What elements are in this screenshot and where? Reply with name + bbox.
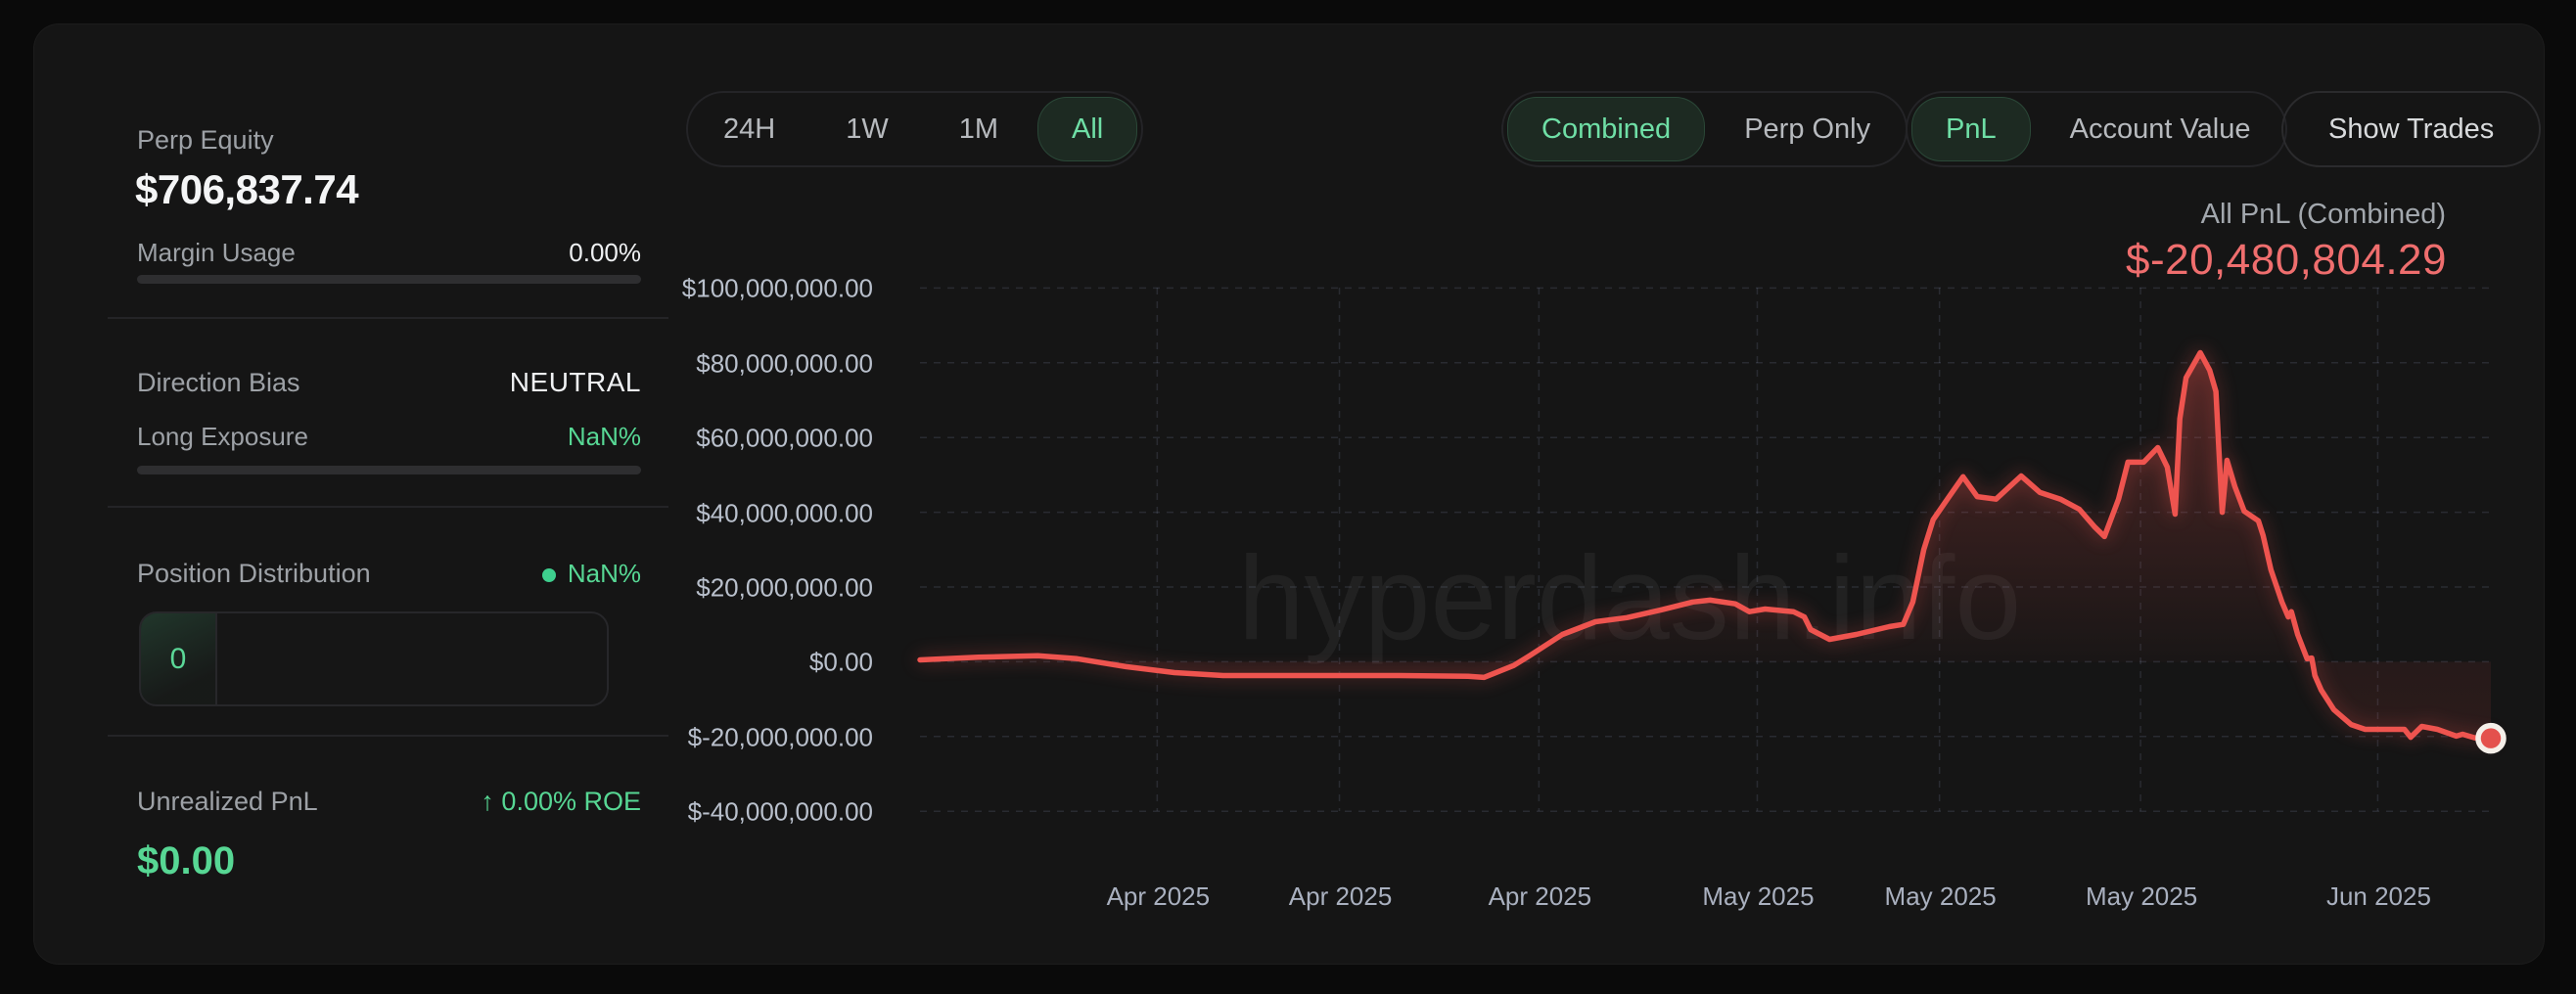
unrealized-pnl-roe-value: 0.00% ROE: [501, 787, 641, 816]
long-exposure-value: NaN%: [568, 422, 641, 452]
position-distribution-segment: 0: [141, 613, 217, 704]
margin-usage-value: 0.00%: [569, 238, 641, 268]
view-option-pnl[interactable]: PnL: [1911, 97, 2031, 161]
time-range-group: 24H1W1MAll: [686, 91, 1143, 167]
pnl-chart[interactable]: [881, 264, 2525, 832]
y-axis-tick-label: $-40,000,000.00: [688, 797, 873, 828]
unrealized-pnl-row: Unrealized PnL ↑ 0.00% ROE: [137, 787, 641, 817]
y-axis-tick-label: $-20,000,000.00: [688, 722, 873, 752]
long-exposure-label: Long Exposure: [137, 422, 308, 452]
y-axis-tick-label: $100,000,000.00: [682, 274, 873, 304]
mode-option-perp-only[interactable]: Perp Only: [1709, 93, 1906, 165]
mode-toggle-group: CombinedPerp Only: [1501, 91, 1908, 167]
x-axis-tick-label: May 2025: [1702, 881, 1814, 912]
perp-equity-value: $706,837.74: [135, 166, 358, 213]
margin-usage-label: Margin Usage: [137, 238, 296, 268]
margin-usage-row: Margin Usage 0.00%: [137, 238, 641, 268]
position-distribution-value: NaN%: [568, 559, 641, 588]
divider: [108, 735, 668, 737]
position-distribution-box[interactable]: 0: [139, 611, 609, 706]
x-axis-tick-label: Apr 2025: [1289, 881, 1393, 912]
green-dot-icon: [542, 568, 556, 582]
last-point-marker: [2478, 726, 2504, 751]
direction-bias-label: Direction Bias: [137, 368, 300, 398]
long-exposure-row: Long Exposure NaN%: [137, 422, 641, 452]
view-option-account-value[interactable]: Account Value: [2035, 93, 2286, 165]
unrealized-pnl-label: Unrealized PnL: [137, 787, 318, 817]
y-axis-tick-label: $0.00: [809, 648, 873, 678]
chart-title: All PnL (Combined): [2201, 199, 2446, 231]
y-axis-tick-label: $80,000,000.00: [696, 348, 873, 379]
y-axis-tick-label: $60,000,000.00: [696, 424, 873, 454]
y-axis-tick-label: $40,000,000.00: [696, 498, 873, 528]
view-toggle-group: PnLAccount Value: [1906, 91, 2287, 167]
y-axis-tick-label: $20,000,000.00: [696, 573, 873, 604]
time-range-1w[interactable]: 1W: [810, 93, 924, 165]
x-axis-tick-label: Jun 2025: [2326, 881, 2431, 912]
x-axis-tick-label: May 2025: [1885, 881, 1997, 912]
x-axis-tick-label: Apr 2025: [1107, 881, 1211, 912]
time-range-24h[interactable]: 24H: [688, 93, 810, 165]
position-distribution-row: Position Distribution NaN%: [137, 559, 641, 589]
mode-option-combined[interactable]: Combined: [1507, 97, 1705, 161]
divider: [108, 317, 668, 319]
direction-bias-value: NEUTRAL: [510, 367, 641, 398]
divider: [108, 506, 668, 508]
unrealized-pnl-value: $0.00: [137, 839, 235, 883]
time-range-1m[interactable]: 1M: [924, 93, 1034, 165]
direction-bias-row: Direction Bias NEUTRAL: [137, 367, 641, 398]
dashboard-page: Perp Equity $706,837.74 Margin Usage 0.0…: [0, 0, 2576, 994]
perp-equity-label: Perp Equity: [137, 125, 274, 156]
pnl-area-positive: [920, 353, 2491, 739]
up-arrow-icon: ↑: [481, 787, 494, 816]
x-axis-tick-label: May 2025: [2086, 881, 2197, 912]
margin-usage-bar: [137, 275, 641, 284]
unrealized-pnl-roe: ↑ 0.00% ROE: [481, 787, 641, 817]
show-trades-button[interactable]: Show Trades: [2281, 91, 2541, 167]
long-exposure-bar: [137, 466, 641, 474]
position-distribution-value-wrap: NaN%: [542, 559, 641, 589]
position-distribution-label: Position Distribution: [137, 559, 371, 589]
x-axis-tick-label: Apr 2025: [1489, 881, 1592, 912]
time-range-all[interactable]: All: [1037, 97, 1137, 161]
